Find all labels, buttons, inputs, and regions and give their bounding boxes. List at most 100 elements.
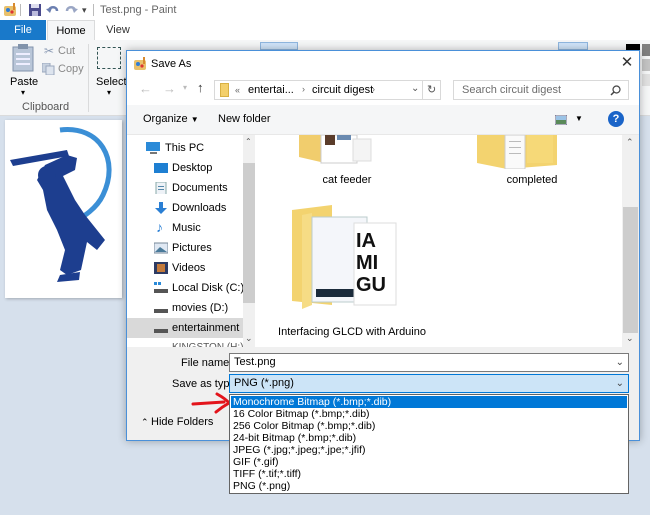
svg-text:GU: GU	[356, 274, 386, 296]
title-bar: ▾ Test.png - Paint	[0, 0, 650, 20]
save-type-option[interactable]: TIFF (*.tif;*.tiff)	[231, 468, 627, 480]
back-button[interactable]: ←	[139, 81, 152, 96]
scroll-up-icon[interactable]: ⌃	[245, 137, 252, 146]
folder-item-interfacing-glcd[interactable]: IA MI GU Interfacing GLCD with Arduino	[267, 205, 437, 347]
search-placeholder: Search circuit digest	[462, 84, 562, 96]
select-dropdown-icon: ▾	[107, 88, 112, 97]
computer-icon	[146, 142, 160, 154]
breadcrumb-item[interactable]: circuit digest	[312, 84, 373, 96]
breadcrumb-separator-icon[interactable]: ›	[302, 84, 305, 94]
save-type-option[interactable]: JPEG (*.jpg;*.jpeg;*.jpe;*.jfif)	[231, 444, 627, 456]
folder-label: Interfacing GLCD with Arduino	[278, 326, 426, 338]
file-list-scrollbar[interactable]: ⌃ ⌄	[622, 135, 639, 347]
nav-item-movies-d[interactable]: movies (D:)	[127, 298, 255, 318]
close-button[interactable]: ✕	[617, 54, 637, 72]
address-dropdown-icon[interactable]: ⌄	[411, 83, 419, 94]
up-button[interactable]: ↑	[197, 80, 204, 95]
address-bar[interactable]: « entertai... › circuit digest › ⌄ ↻	[214, 80, 441, 100]
color1-button[interactable]	[558, 42, 588, 50]
navigation-pane: This PC Desktop Documents Downloads ♪ Mu…	[127, 135, 255, 347]
copy-button[interactable]: Copy	[40, 62, 84, 76]
command-bar: Organize ▼ New folder ▼ ?	[127, 105, 639, 135]
breadcrumb-separator-icon[interactable]: ›	[372, 84, 375, 94]
nav-item-documents[interactable]: Documents	[127, 178, 255, 198]
drawing-canvas[interactable]	[5, 120, 122, 298]
scissors-icon: ✂	[44, 44, 55, 58]
change-view-button[interactable]: ▼	[555, 113, 585, 127]
folder-thumbnail-icon: IA MI GU	[292, 205, 397, 309]
save-type-option[interactable]: Monochrome Bitmap (*.bmp;*.dib)	[231, 396, 627, 408]
svg-text:MI: MI	[356, 252, 378, 274]
folder-icon	[220, 83, 229, 97]
color-swatch-gray[interactable]	[642, 44, 650, 56]
nav-item-this-pc[interactable]: This PC	[127, 138, 255, 158]
folder-thumbnail-icon	[299, 135, 372, 164]
nav-item-desktop[interactable]: Desktop	[127, 158, 255, 178]
ribbon-tabs: File Home View	[0, 20, 650, 41]
file-name-input[interactable]: Test.png ⌄	[229, 353, 629, 372]
nav-item-pictures[interactable]: Pictures	[127, 238, 255, 258]
save-type-option[interactable]: 256 Color Bitmap (*.bmp;*.dib)	[231, 420, 627, 432]
nav-pane-scrollbar[interactable]: ⌃ ⌄	[243, 135, 255, 347]
chevron-down-icon: ▾	[183, 83, 188, 92]
chevron-up-icon: ⌃	[141, 417, 152, 427]
tab-file[interactable]: File	[0, 20, 46, 40]
breadcrumb-overflow[interactable]: «	[235, 85, 240, 95]
separator	[93, 4, 94, 16]
brushes-button[interactable]	[260, 42, 298, 50]
nav-item-downloads[interactable]: Downloads	[127, 198, 255, 218]
new-folder-button[interactable]: New folder	[218, 113, 271, 125]
tab-view[interactable]: View	[96, 20, 140, 40]
recent-locations-button[interactable]: ▾	[183, 83, 187, 92]
save-as-type-select[interactable]: PNG (*.png) ⌄	[229, 374, 629, 393]
paste-button[interactable]: Paste ▾	[6, 42, 40, 102]
nav-item-local-disk-c[interactable]: Local Disk (C:)	[127, 278, 255, 298]
window-title: Test.png - Paint	[100, 4, 177, 16]
help-icon[interactable]: ?	[608, 111, 624, 127]
undo-icon[interactable]	[46, 3, 60, 17]
chevron-down-icon: ▼	[575, 114, 583, 123]
folder-label: completed	[506, 174, 558, 186]
redo-icon[interactable]	[64, 3, 78, 17]
forward-button[interactable]: →	[163, 81, 176, 96]
file-name-label: File name:	[181, 357, 233, 369]
scroll-down-icon[interactable]: ⌄	[626, 333, 634, 344]
select-label: Select	[96, 76, 127, 88]
nav-item-videos[interactable]: Videos	[127, 258, 255, 278]
copy-icon	[42, 63, 55, 75]
paste-icon	[12, 44, 34, 72]
folder-item-cat-feeder[interactable]: cat feeder	[277, 135, 397, 195]
scrollbar-thumb[interactable]	[243, 163, 255, 303]
cut-button[interactable]: ✂ Cut	[44, 44, 84, 58]
scroll-up-icon[interactable]: ⌃	[626, 137, 634, 148]
save-type-option[interactable]: 24-bit Bitmap (*.bmp;*.dib)	[231, 432, 627, 444]
save-icon[interactable]	[28, 3, 42, 17]
hide-folders-label: Hide Folders	[151, 416, 214, 428]
customize-quick-access-icon[interactable]: ▾	[82, 5, 87, 16]
nav-item-music[interactable]: ♪ Music	[127, 218, 255, 238]
folder-item-completed[interactable]: completed	[457, 135, 577, 195]
tab-home[interactable]: Home	[47, 20, 95, 41]
refresh-icon[interactable]: ↻	[427, 83, 436, 96]
nav-item-entertainment-f[interactable]: entertainment (F	[127, 318, 255, 338]
color-swatch-light-gray[interactable]	[642, 59, 650, 71]
drive-icon	[154, 309, 168, 313]
search-input[interactable]: Search circuit digest	[453, 80, 629, 100]
organize-button[interactable]: Organize ▼	[143, 113, 199, 125]
color-swatch-white[interactable]	[642, 74, 650, 86]
nav-item-kingston-h[interactable]: KINGSTON (H:)	[127, 338, 255, 347]
save-type-option[interactable]: PNG (*.png)	[231, 480, 627, 492]
scrollbar-thumb[interactable]	[623, 207, 638, 333]
select-button[interactable]: Select ▾	[93, 42, 127, 102]
annotation-arrow-icon	[191, 392, 232, 414]
search-icon	[610, 85, 621, 96]
separator	[88, 44, 89, 112]
breadcrumb-item[interactable]: entertai...	[248, 84, 294, 96]
chevron-down-icon[interactable]: ⌄	[616, 354, 624, 371]
save-type-option[interactable]: 16 Color Bitmap (*.bmp;*.dib)	[231, 408, 627, 420]
forward-arrow-icon: →	[163, 81, 176, 96]
save-type-option[interactable]: GIF (*.gif)	[231, 456, 627, 468]
hide-folders-button[interactable]: ⌃ Hide Folders	[141, 416, 213, 428]
separator	[20, 4, 21, 16]
scroll-down-icon[interactable]: ⌄	[245, 333, 253, 344]
